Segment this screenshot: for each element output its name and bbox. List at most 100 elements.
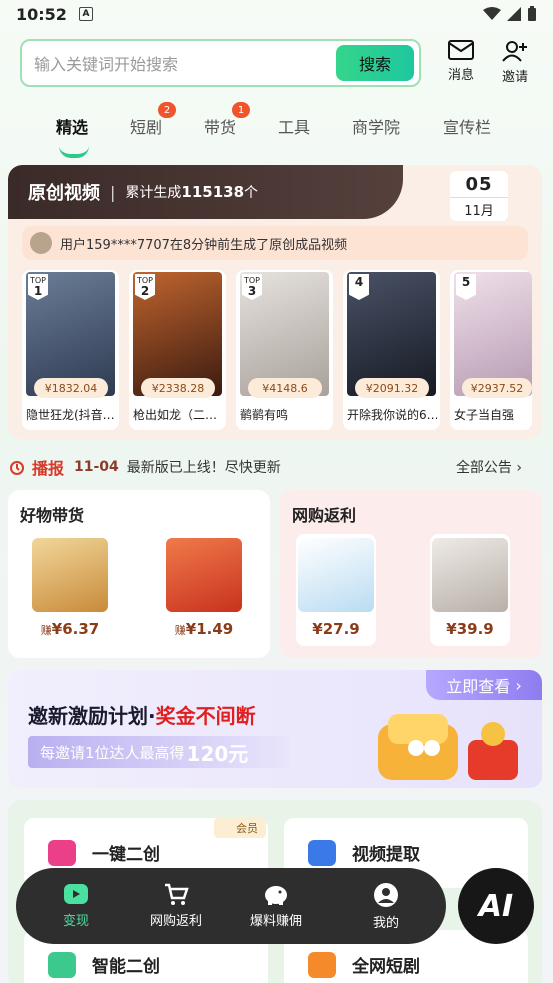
chevron-right-icon: › [516, 460, 522, 476]
nav-label: 网购返利 [149, 914, 202, 929]
rank-badge: 4 [349, 274, 369, 300]
video-title: 枪出如龙（二… [133, 408, 218, 422]
bottom-nav: 变现 网购返利 爆料赚佣 我的 [16, 868, 446, 944]
user-icon [374, 883, 398, 907]
battery-icon [528, 6, 536, 21]
product-price: ¥39.9 [446, 620, 494, 638]
rank-number: 4 [354, 275, 364, 289]
earn-value: ¥1.49 [185, 620, 234, 638]
banner-reward: 120元 [186, 741, 249, 766]
broadcast-bar[interactable]: 播报 11-04 最新版已上线！尽快更新 全部公告 › [8, 452, 542, 482]
product-earn: 赚¥1.49 [164, 620, 244, 638]
rank-badge: 5 [456, 274, 476, 300]
video-title: 女子当自强 [454, 408, 515, 422]
play-icon [48, 840, 76, 866]
video-card[interactable]: TOP 2 ¥2338.28 枪出如龙（二… [129, 270, 226, 430]
tool-label: 视频提取 [352, 845, 420, 865]
video-card[interactable]: TOP 3 ¥4148.6 鹡鹡有鸣 [236, 270, 333, 430]
member-badge: 会员 [214, 818, 266, 838]
category-tabs: 精选 短剧 2 带货 1 工具 商学院 宣传栏 [0, 102, 553, 148]
nav-commission[interactable]: 爆料赚佣 [236, 882, 316, 929]
app-notification-icon: A [78, 7, 93, 21]
product-image [432, 538, 508, 612]
product-card[interactable]: 赚¥1.49 [164, 534, 244, 646]
good-products-title: 好物带货 [20, 506, 85, 525]
tab-selling[interactable]: 带货 1 [204, 102, 251, 138]
cart-icon [165, 883, 189, 905]
product-price: ¥27.9 [312, 620, 360, 638]
status-time: 10:52 [16, 4, 67, 24]
messages-label: 消息 [447, 68, 474, 83]
video-card[interactable]: 5 ¥2937.52 女子当自强 [450, 270, 532, 430]
camera-icon [48, 952, 76, 978]
date-badge: 05 11月 [450, 171, 508, 221]
search-bar[interactable]: 输入关键词开始搜索 搜索 [20, 39, 421, 87]
video-card[interactable]: TOP 1 ¥1832.04 隐世狂龙(抖音… [22, 270, 119, 430]
product-image [298, 538, 374, 612]
rank-badge: TOP 1 [28, 274, 48, 300]
nav-label: 变现 [62, 914, 89, 929]
tool-label: 智能二创 [92, 957, 160, 977]
messages-button[interactable]: 消息 [441, 40, 481, 83]
rank-number: 5 [461, 275, 471, 289]
tab-label: 短剧 [130, 118, 163, 137]
rank-number: 1 [33, 284, 43, 298]
tab-promo[interactable]: 宣传栏 [443, 114, 491, 138]
count-suffix: 个 [244, 185, 259, 201]
product-card[interactable]: ¥39.9 [430, 534, 510, 646]
all-announcements-link[interactable]: 全部公告 › [456, 457, 522, 477]
search-input[interactable]: 输入关键词开始搜索 [34, 51, 178, 75]
view-now-label: 立即查看 [446, 677, 511, 696]
video-title: 开除我你说的6… [347, 408, 437, 422]
original-video-header[interactable]: 原创视频 | 累计生成115138个 [8, 165, 403, 219]
invite-banner[interactable]: 邀新激励计划·奖金不间断 每邀请1位达人最高得 120元 立即查看 › [8, 670, 542, 788]
all-announcements-label: 全部公告 [455, 460, 512, 476]
earn-value: ¥6.37 [51, 620, 100, 638]
notice-text: 用户159****7707在8分钟前生成了原创成品视频 [60, 237, 348, 253]
banner-title: 邀新激励计划·奖金不间断 [28, 700, 256, 729]
tab-featured[interactable]: 精选 [56, 114, 88, 138]
video-card[interactable]: 4 ¥2091.32 开除我你说的6… [343, 270, 440, 430]
count-value: 115138 [181, 183, 245, 201]
search-button[interactable]: 搜索 [336, 45, 414, 81]
wifi-icon [483, 7, 501, 20]
video-price: ¥1832.04 [34, 378, 108, 398]
banner-subtitle: 每邀请1位达人最高得 120元 [28, 736, 290, 768]
banner-title-main: 邀新激励计划· [28, 704, 156, 728]
nav-profile[interactable]: 我的 [346, 882, 426, 931]
header-divider: | [110, 182, 116, 202]
mail-icon [448, 40, 474, 60]
tab-tools[interactable]: 工具 [278, 114, 310, 138]
original-video-title: 原创视频 [28, 183, 100, 204]
film-icon [308, 952, 336, 978]
video-price: ¥2338.28 [141, 378, 215, 398]
nav-monetize[interactable]: 变现 [36, 882, 116, 929]
tab-short-drama[interactable]: 短剧 2 [130, 102, 177, 138]
count-prefix: 累计生成 [125, 185, 182, 201]
earn-prefix: 赚 [40, 624, 52, 637]
wallet-illustration-icon [378, 714, 518, 780]
video-cards: TOP 1 ¥1832.04 隐世狂龙(抖音… TOP 2 ¥2338.28 枪出如… [22, 270, 532, 430]
video-title: 隐世狂龙(抖音… [26, 408, 115, 422]
tab-badge: 2 [158, 102, 177, 118]
date-day: 05 [465, 174, 493, 195]
tool-label: 全网短剧 [352, 957, 420, 977]
add-user-icon [502, 41, 527, 62]
video-price: ¥2937.52 [462, 378, 532, 398]
nav-label: 我的 [372, 916, 399, 931]
rank-number: 2 [140, 284, 150, 298]
video-title: 鹡鹡有鸣 [240, 408, 289, 422]
nav-rebate[interactable]: 网购返利 [136, 882, 216, 929]
ai-assistant-button[interactable]: AI [458, 868, 534, 944]
active-tab-indicator [59, 146, 89, 158]
view-now-button[interactable]: 立即查看 › [426, 670, 542, 700]
rank-badge: TOP 2 [135, 274, 155, 300]
product-card[interactable]: 赚¥6.37 [30, 534, 110, 646]
product-card[interactable]: ¥27.9 [296, 534, 376, 646]
good-products-section: 好物带货 赚¥6.37 赚¥1.49 [8, 490, 270, 658]
invite-button[interactable]: 邀请 [495, 40, 535, 85]
video-camera-icon [308, 840, 336, 866]
product-image [32, 538, 108, 612]
banner-title-highlight: 奖金不间断 [155, 704, 256, 728]
tab-academy[interactable]: 商学院 [352, 114, 400, 138]
